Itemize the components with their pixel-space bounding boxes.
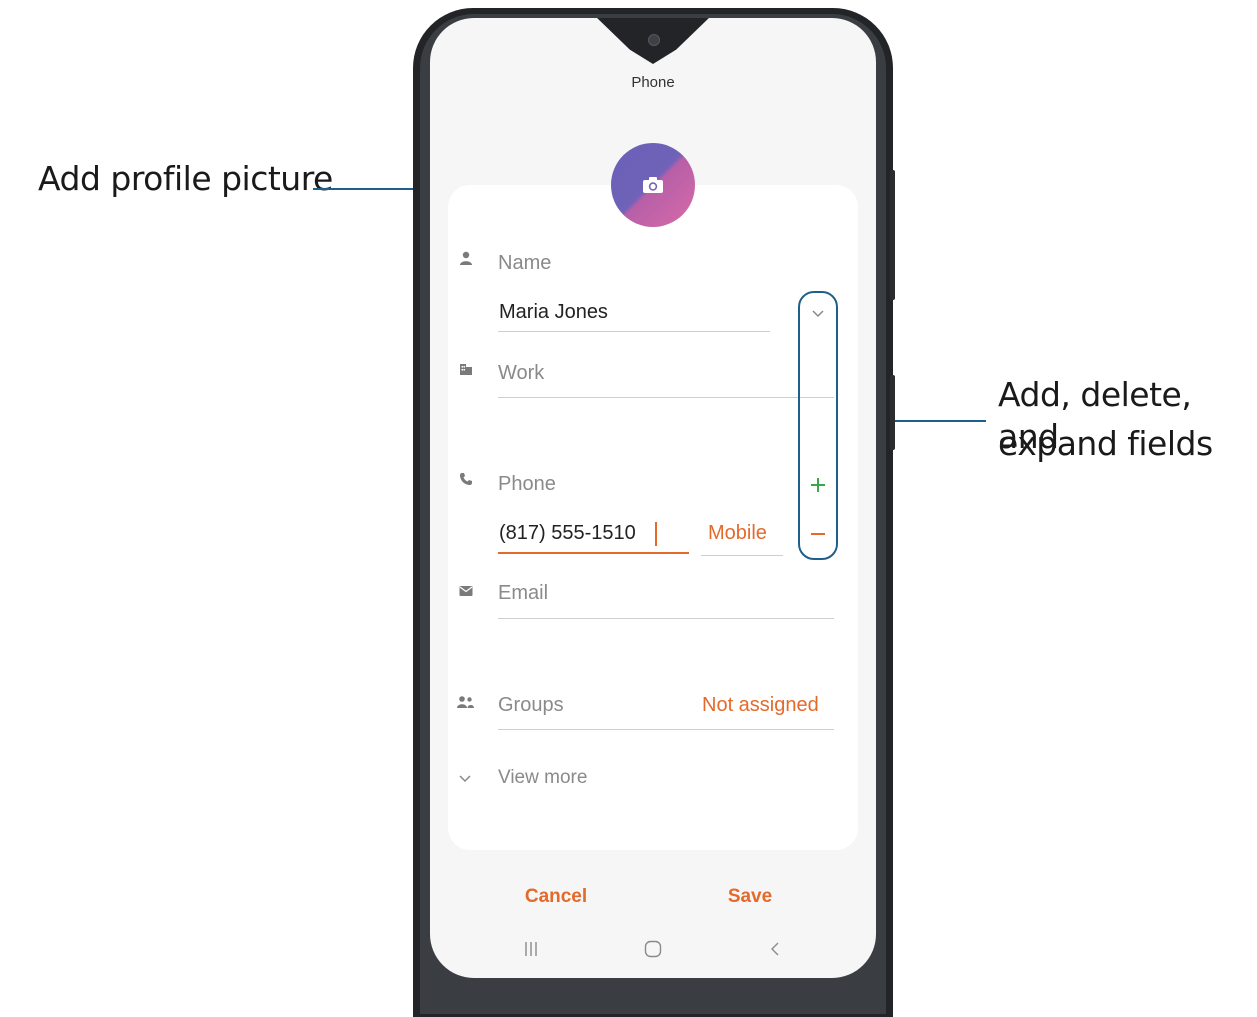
callout-add-profile-picture: Add profile picture	[38, 159, 333, 198]
email-field[interactable]: Email	[498, 582, 548, 605]
screen-title: Phone	[631, 74, 675, 91]
work-field-underline	[498, 397, 834, 398]
callout-fields-line2: expand fields	[998, 424, 1213, 463]
name-label: Name	[498, 252, 552, 274]
contact-card	[448, 185, 858, 850]
power-button	[890, 375, 895, 450]
save-button[interactable]: Save	[690, 886, 810, 908]
envelope-icon	[456, 584, 476, 600]
phone-type-dropdown[interactable]: Mobile	[708, 522, 767, 545]
callout-bracket-fields	[798, 291, 838, 560]
recents-icon[interactable]	[516, 941, 546, 962]
name-field[interactable]: Maria Jones	[499, 301, 608, 324]
phone-icon	[456, 472, 476, 489]
groups-label: Groups	[498, 694, 564, 716]
view-more-label: View more	[498, 767, 588, 788]
email-field-underline	[498, 618, 834, 619]
groups-underline	[498, 729, 834, 730]
phone-type-underline	[701, 555, 783, 556]
groups-value[interactable]: Not assigned	[702, 694, 819, 717]
text-cursor	[655, 522, 657, 546]
home-icon[interactable]	[638, 940, 668, 963]
phone-number-underline	[498, 552, 689, 554]
name-field-underline	[498, 331, 770, 332]
add-profile-picture-button[interactable]	[611, 143, 695, 227]
chevron-down-icon	[459, 775, 471, 783]
front-camera	[648, 34, 660, 46]
group-icon	[456, 695, 476, 712]
camera-icon	[643, 177, 663, 193]
cancel-button[interactable]: Cancel	[496, 886, 616, 908]
person-icon	[456, 251, 476, 268]
phone-label: Phone	[498, 473, 556, 495]
work-field[interactable]: Work	[498, 362, 544, 385]
back-icon[interactable]	[760, 941, 790, 962]
phone-number-field[interactable]: (817) 555-1510	[499, 522, 636, 545]
volume-button	[890, 170, 895, 300]
view-more-toggle[interactable]: View more	[456, 766, 656, 792]
building-icon	[456, 362, 476, 379]
